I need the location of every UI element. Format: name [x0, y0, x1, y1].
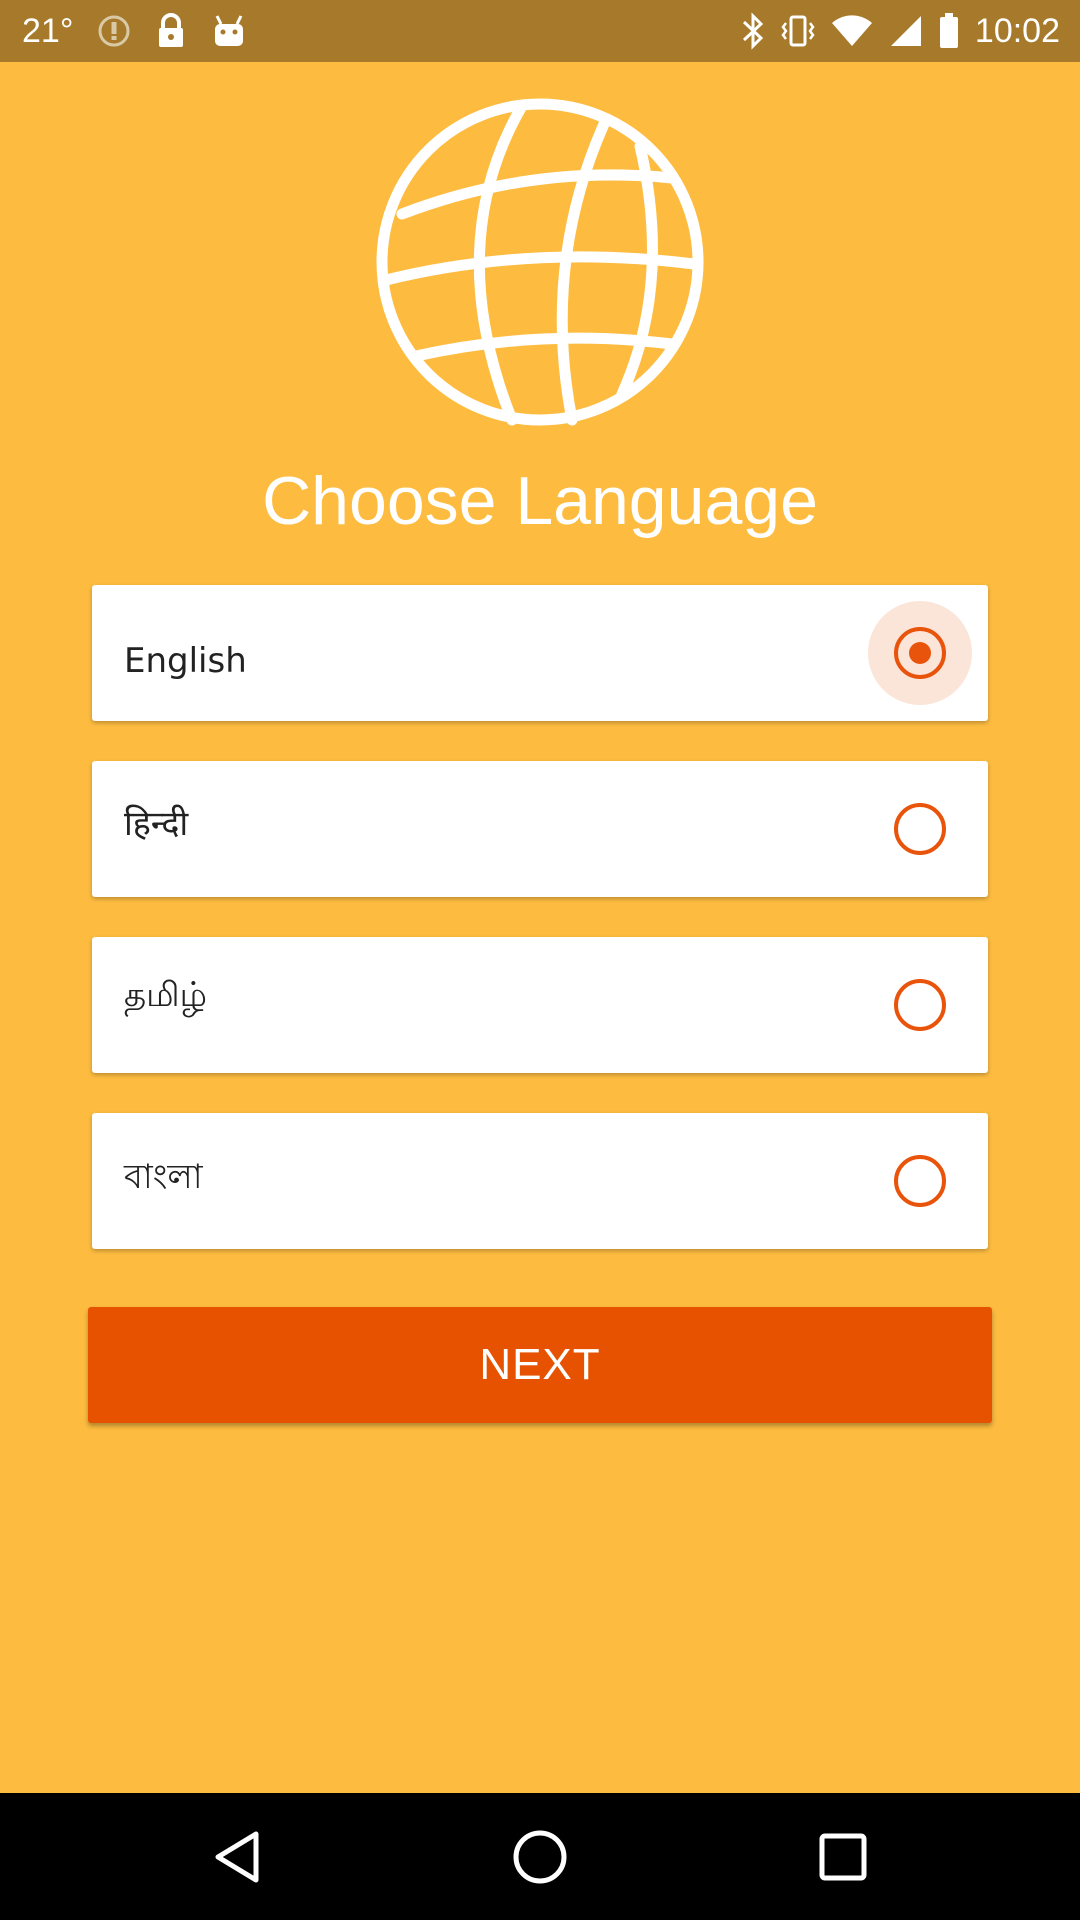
status-right: 10:02 [741, 0, 1060, 62]
signal-icon [890, 16, 921, 46]
back-icon [215, 1831, 259, 1882]
radio-button[interactable] [894, 1155, 946, 1207]
battery-icon [939, 13, 958, 48]
recents-icon [819, 1833, 867, 1880]
next-button[interactable]: NEXT [88, 1307, 992, 1423]
radio-wrap[interactable] [868, 953, 972, 1057]
radio-button-selected[interactable] [894, 627, 946, 679]
home-button[interactable] [480, 1793, 600, 1920]
radio-button[interactable] [894, 979, 946, 1031]
home-icon [513, 1830, 567, 1883]
lock-icon [159, 13, 184, 47]
page-title: Choose Language [262, 463, 818, 539]
language-option-english[interactable]: English [92, 585, 988, 721]
bluetooth-icon [742, 12, 764, 50]
language-label: বাংলা [124, 1157, 203, 1197]
navigation-bar [0, 1793, 1080, 1920]
recents-button[interactable] [783, 1793, 903, 1920]
language-label: हिन्दी [124, 804, 189, 844]
language-option-tamil[interactable]: தமிழ் [92, 937, 988, 1073]
language-label: English [124, 641, 247, 681]
temperature-text: 21° [22, 11, 74, 50]
time-text: 10:02 [974, 11, 1060, 50]
wifi-icon [831, 15, 872, 47]
globe-icon [376, 98, 704, 426]
radio-ripple[interactable] [868, 601, 972, 705]
radio-wrap[interactable] [868, 777, 972, 881]
info-icon [98, 15, 130, 47]
radio-button[interactable] [894, 803, 946, 855]
language-list: English हिन्दी தமிழ் বাংলা [92, 585, 988, 1289]
vibrate-icon [781, 15, 815, 47]
radio-wrap[interactable] [868, 1129, 972, 1233]
android-icon [215, 15, 244, 46]
back-button[interactable] [177, 1793, 297, 1920]
status-left: 21° [22, 0, 247, 62]
radio-dot [909, 642, 931, 664]
language-label: தமிழ் [124, 975, 207, 1015]
language-option-hindi[interactable]: हिन्दी [92, 761, 988, 897]
status-bar: 21° 10:02 [0, 0, 1080, 62]
language-option-bengali[interactable]: বাংলা [92, 1113, 988, 1249]
